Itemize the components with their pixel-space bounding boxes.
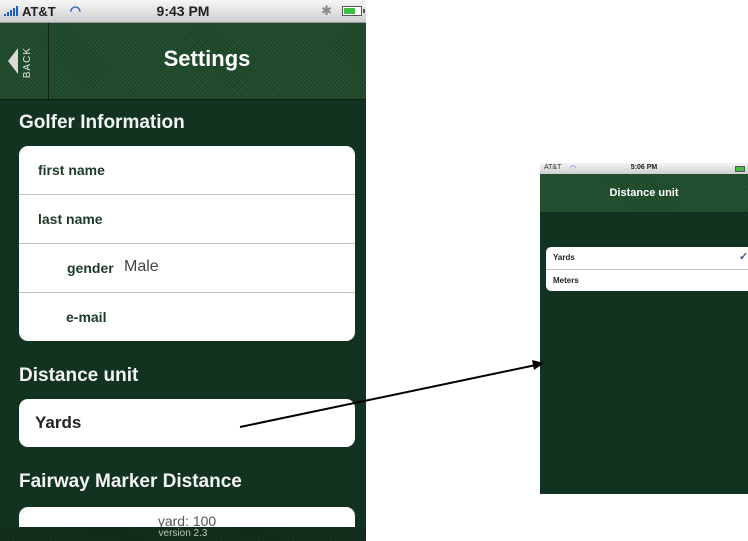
navigation-bar: BACK Settings [0,23,366,100]
gender-label: gender [67,260,114,276]
detail-navigation-bar: Distance unit [540,174,748,212]
first-name-field[interactable]: first name [19,146,355,195]
version-label: version 2.3 [158,528,208,539]
detail-status-bar: AT&T ◠ 5:06 PM [540,163,748,174]
back-button-label: BACK [22,47,33,79]
fairway-marker-header: Fairway Marker Distance [19,471,242,492]
golfer-information-header: Golfer Information [19,112,185,133]
distance-unit-select[interactable]: Yards [19,399,355,447]
detail-page-title: Distance unit [609,187,679,199]
footer-bar: version 2.3 [0,527,366,541]
status-right: ✱ [321,3,365,19]
status-time: 9:43 PM [156,3,210,19]
status-bar: AT&T ◠ 9:43 PM ✱ [0,0,366,23]
email-label: e-mail [66,309,107,325]
back-arrow-icon [8,48,18,74]
gender-field[interactable]: gender Male [19,244,355,293]
option-yards[interactable]: Yards ✓ [546,247,748,270]
option-meters[interactable]: Meters [546,270,748,291]
last-name-label: last name [38,211,103,227]
bluetooth-icon: ✱ [321,3,332,18]
settings-screen: AT&T ◠ 9:43 PM ✱ BACK Settings Golfer In… [0,0,366,541]
detail-status-time: 5:06 PM [630,164,658,171]
detail-battery-icon [735,166,745,172]
distance-unit-screen: AT&T ◠ 5:06 PM Distance unit Yards ✓ Met… [540,163,748,494]
last-name-field[interactable]: last name [19,195,355,244]
distance-unit-header: Distance unit [19,365,139,386]
checkmark-icon: ✓ [739,251,748,263]
golfer-information-group: first name last name gender Male e-mail [19,146,355,341]
distance-unit-value: Yards [35,413,82,432]
option-yards-label: Yards [553,253,575,262]
battery-icon [342,6,365,16]
back-button[interactable]: BACK [0,23,49,99]
page-title: Settings [163,46,251,71]
email-field[interactable]: e-mail [19,293,355,341]
gender-value: Male [124,258,159,275]
first-name-label: first name [38,162,105,178]
option-meters-label: Meters [553,276,579,285]
distance-unit-options: Yards ✓ Meters [546,247,748,291]
